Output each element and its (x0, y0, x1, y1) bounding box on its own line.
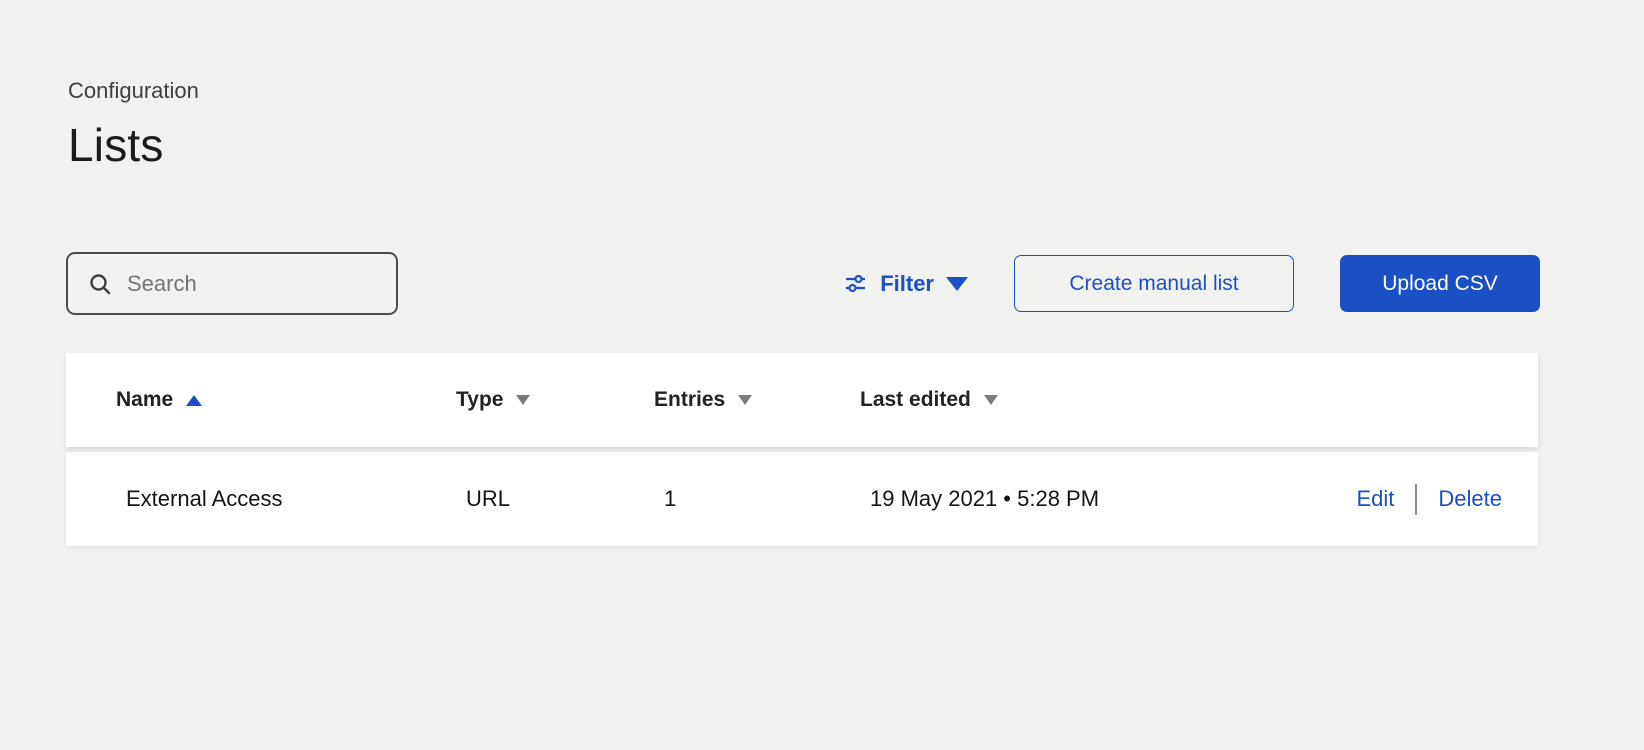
chevron-down-icon (946, 277, 968, 291)
cell-last-edited: 19 May 2021 • 5:28 PM (860, 486, 1338, 512)
filter-button[interactable]: Filter (843, 271, 968, 297)
sort-descending-icon (984, 395, 998, 405)
action-divider (1415, 484, 1417, 515)
column-header-last-edited[interactable]: Last edited (860, 388, 1338, 412)
edit-link[interactable]: Edit (1356, 486, 1394, 512)
search-icon (88, 272, 112, 296)
sort-ascending-icon (186, 395, 202, 406)
delete-link[interactable]: Delete (1438, 486, 1502, 512)
cell-name: External Access (116, 486, 456, 512)
sort-descending-icon (738, 395, 752, 405)
filter-sliders-icon (843, 271, 868, 296)
column-header-type[interactable]: Type (456, 388, 654, 412)
filter-label: Filter (880, 271, 934, 297)
column-header-name[interactable]: Name (116, 388, 456, 412)
toolbar-actions: Filter Create manual list Upload CSV (843, 255, 1540, 312)
search-input-wrapper[interactable] (66, 252, 398, 315)
search-input[interactable] (127, 271, 380, 297)
create-manual-list-button[interactable]: Create manual list (1014, 255, 1294, 312)
sort-descending-icon (516, 395, 530, 405)
cell-type: URL (456, 486, 654, 512)
breadcrumb: Configuration (68, 78, 1540, 104)
column-header-entries[interactable]: Entries (654, 388, 860, 412)
row-actions: Edit Delete (1338, 484, 1502, 515)
lists-table: Name Type Entries Last edited External A… (66, 353, 1540, 546)
table-header-row: Name Type Entries Last edited (66, 353, 1538, 447)
upload-csv-button[interactable]: Upload CSV (1340, 255, 1540, 312)
cell-entries: 1 (654, 486, 860, 512)
lists-page: Configuration Lists Filter Create manua (0, 0, 1644, 750)
table-row: External Access URL 1 19 May 2021 • 5:28… (66, 452, 1538, 546)
toolbar: Filter Create manual list Upload CSV (66, 252, 1540, 315)
page-title: Lists (68, 118, 1540, 172)
